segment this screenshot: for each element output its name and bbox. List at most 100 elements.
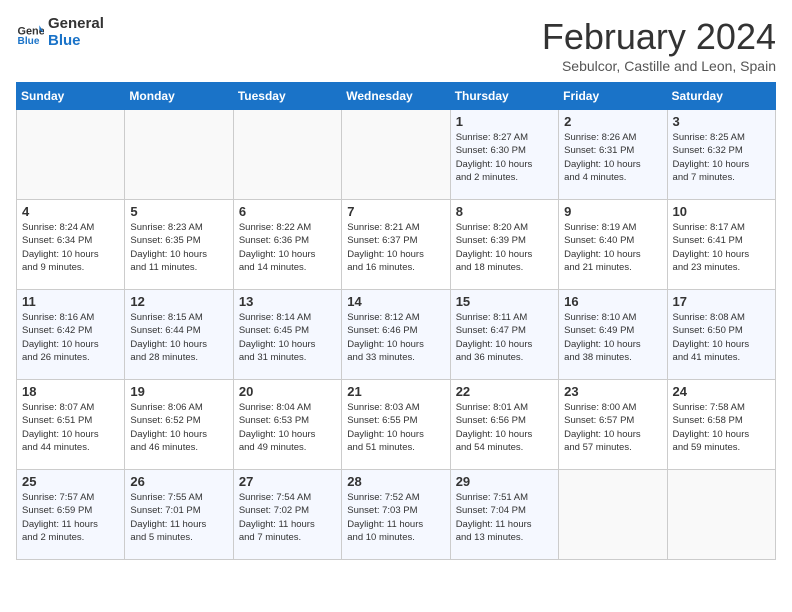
calendar-cell: 1 Sunrise: 8:27 AM Sunset: 6:30 PM Daylig… <box>450 110 558 200</box>
day-number: 1 <box>456 114 553 129</box>
day-number: 8 <box>456 204 553 219</box>
weekday-header-sunday: Sunday <box>17 83 125 110</box>
day-number: 13 <box>239 294 336 309</box>
calendar-cell: 25 Sunrise: 7:57 AM Sunset: 6:59 PM Dayli… <box>17 470 125 560</box>
day-info: Sunrise: 7:54 AM Sunset: 7:02 PM Dayligh… <box>239 491 336 544</box>
day-number: 11 <box>22 294 119 309</box>
calendar-cell: 21 Sunrise: 8:03 AM Sunset: 6:55 PM Dayli… <box>342 380 450 470</box>
day-info: Sunrise: 8:19 AM Sunset: 6:40 PM Dayligh… <box>564 221 661 274</box>
day-number: 4 <box>22 204 119 219</box>
calendar-cell: 10 Sunrise: 8:17 AM Sunset: 6:41 PM Dayli… <box>667 200 775 290</box>
day-number: 2 <box>564 114 661 129</box>
svg-text:Blue: Blue <box>18 35 40 46</box>
calendar-week-5: 25 Sunrise: 7:57 AM Sunset: 6:59 PM Dayli… <box>17 470 776 560</box>
calendar-cell: 20 Sunrise: 8:04 AM Sunset: 6:53 PM Dayli… <box>233 380 341 470</box>
day-number: 26 <box>130 474 227 489</box>
calendar-cell <box>559 470 667 560</box>
calendar-cell: 28Sunrise: 7:52 AM Sunset: 7:03 PM Dayli… <box>342 470 450 560</box>
day-number: 17 <box>673 294 770 309</box>
day-number: 27 <box>239 474 336 489</box>
day-info: Sunrise: 8:08 AM Sunset: 6:50 PM Dayligh… <box>673 311 770 364</box>
calendar-cell: 12Sunrise: 8:15 AM Sunset: 6:44 PM Dayli… <box>125 290 233 380</box>
day-info: Sunrise: 8:23 AM Sunset: 6:35 PM Dayligh… <box>130 221 227 274</box>
day-number: 16 <box>564 294 661 309</box>
calendar-cell: 23 Sunrise: 8:00 AM Sunset: 6:57 PM Dayli… <box>559 380 667 470</box>
day-number: 7 <box>347 204 444 219</box>
day-info: Sunrise: 7:57 AM Sunset: 6:59 PM Dayligh… <box>22 491 119 544</box>
day-number: 21 <box>347 384 444 399</box>
calendar-cell <box>342 110 450 200</box>
day-number: 29 <box>456 474 553 489</box>
calendar-cell: 13 Sunrise: 8:14 AM Sunset: 6:45 PM Dayli… <box>233 290 341 380</box>
day-number: 14 <box>347 294 444 309</box>
calendar-cell: 3 Sunrise: 8:25 AM Sunset: 6:32 PM Daylig… <box>667 110 775 200</box>
day-number: 10 <box>673 204 770 219</box>
day-number: 9 <box>564 204 661 219</box>
day-number: 22 <box>456 384 553 399</box>
calendar-cell: 6 Sunrise: 8:22 AM Sunset: 6:36 PM Daylig… <box>233 200 341 290</box>
day-info: Sunrise: 8:26 AM Sunset: 6:31 PM Dayligh… <box>564 131 661 184</box>
day-info: Sunrise: 8:04 AM Sunset: 6:53 PM Dayligh… <box>239 401 336 454</box>
day-info: Sunrise: 8:17 AM Sunset: 6:41 PM Dayligh… <box>673 221 770 274</box>
day-info: Sunrise: 8:12 AM Sunset: 6:46 PM Dayligh… <box>347 311 444 364</box>
day-number: 20 <box>239 384 336 399</box>
calendar-week-3: 11 Sunrise: 8:16 AM Sunset: 6:42 PM Dayli… <box>17 290 776 380</box>
calendar-cell <box>125 110 233 200</box>
calendar-cell <box>667 470 775 560</box>
day-number: 19 <box>130 384 227 399</box>
day-info: Sunrise: 8:11 AM Sunset: 6:47 PM Dayligh… <box>456 311 553 364</box>
weekday-header-friday: Friday <box>559 83 667 110</box>
calendar-cell: 22 Sunrise: 8:01 AM Sunset: 6:56 PM Dayli… <box>450 380 558 470</box>
day-info: Sunrise: 8:03 AM Sunset: 6:55 PM Dayligh… <box>347 401 444 454</box>
day-info: Sunrise: 8:14 AM Sunset: 6:45 PM Dayligh… <box>239 311 336 364</box>
calendar-cell <box>17 110 125 200</box>
calendar-cell: 9 Sunrise: 8:19 AM Sunset: 6:40 PM Daylig… <box>559 200 667 290</box>
day-info: Sunrise: 8:01 AM Sunset: 6:56 PM Dayligh… <box>456 401 553 454</box>
day-number: 6 <box>239 204 336 219</box>
weekday-header-tuesday: Tuesday <box>233 83 341 110</box>
calendar-cell: 14 Sunrise: 8:12 AM Sunset: 6:46 PM Dayli… <box>342 290 450 380</box>
day-number: 25 <box>22 474 119 489</box>
day-number: 15 <box>456 294 553 309</box>
day-info: Sunrise: 8:25 AM Sunset: 6:32 PM Dayligh… <box>673 131 770 184</box>
calendar-cell: 18 Sunrise: 8:07 AM Sunset: 6:51 PM Dayli… <box>17 380 125 470</box>
location-subtitle: Sebulcor, Castille and Leon, Spain <box>542 58 776 74</box>
day-number: 18 <box>22 384 119 399</box>
logo-icon: General Blue <box>16 19 44 47</box>
calendar-cell: 17 Sunrise: 8:08 AM Sunset: 6:50 PM Dayli… <box>667 290 775 380</box>
day-number: 23 <box>564 384 661 399</box>
weekday-header-saturday: Saturday <box>667 83 775 110</box>
weekday-header-row: SundayMondayTuesdayWednesdayThursdayFrid… <box>17 83 776 110</box>
day-info: Sunrise: 8:22 AM Sunset: 6:36 PM Dayligh… <box>239 221 336 274</box>
day-info: Sunrise: 7:55 AM Sunset: 7:01 PM Dayligh… <box>130 491 227 544</box>
calendar-cell: 5 Sunrise: 8:23 AM Sunset: 6:35 PM Daylig… <box>125 200 233 290</box>
day-number: 24 <box>673 384 770 399</box>
day-number: 28 <box>347 474 444 489</box>
day-info: Sunrise: 8:16 AM Sunset: 6:42 PM Dayligh… <box>22 311 119 364</box>
calendar-table: SundayMondayTuesdayWednesdayThursdayFrid… <box>16 82 776 560</box>
day-info: Sunrise: 7:58 AM Sunset: 6:58 PM Dayligh… <box>673 401 770 454</box>
calendar-cell: 27 Sunrise: 7:54 AM Sunset: 7:02 PM Dayli… <box>233 470 341 560</box>
day-number: 5 <box>130 204 227 219</box>
weekday-header-monday: Monday <box>125 83 233 110</box>
day-info: Sunrise: 8:10 AM Sunset: 6:49 PM Dayligh… <box>564 311 661 364</box>
weekday-header-thursday: Thursday <box>450 83 558 110</box>
calendar-cell: 4Sunrise: 8:24 AM Sunset: 6:34 PM Daylig… <box>17 200 125 290</box>
title-section: February 2024 Sebulcor, Castille and Leo… <box>542 16 776 74</box>
day-number: 3 <box>673 114 770 129</box>
calendar-cell: 26 Sunrise: 7:55 AM Sunset: 7:01 PM Dayli… <box>125 470 233 560</box>
page-header: General Blue General Blue February 2024 … <box>16 16 776 74</box>
day-info: Sunrise: 8:27 AM Sunset: 6:30 PM Dayligh… <box>456 131 553 184</box>
calendar-week-4: 18 Sunrise: 8:07 AM Sunset: 6:51 PM Dayli… <box>17 380 776 470</box>
calendar-cell: 7Sunrise: 8:21 AM Sunset: 6:37 PM Daylig… <box>342 200 450 290</box>
month-title: February 2024 <box>542 16 776 58</box>
day-info: Sunrise: 7:51 AM Sunset: 7:04 PM Dayligh… <box>456 491 553 544</box>
calendar-cell: 11 Sunrise: 8:16 AM Sunset: 6:42 PM Dayli… <box>17 290 125 380</box>
day-info: Sunrise: 8:07 AM Sunset: 6:51 PM Dayligh… <box>22 401 119 454</box>
calendar-cell: 29 Sunrise: 7:51 AM Sunset: 7:04 PM Dayli… <box>450 470 558 560</box>
calendar-cell <box>233 110 341 200</box>
day-info: Sunrise: 8:00 AM Sunset: 6:57 PM Dayligh… <box>564 401 661 454</box>
day-number: 12 <box>130 294 227 309</box>
logo-line2: Blue <box>48 33 104 50</box>
logo: General Blue General Blue <box>16 16 104 49</box>
